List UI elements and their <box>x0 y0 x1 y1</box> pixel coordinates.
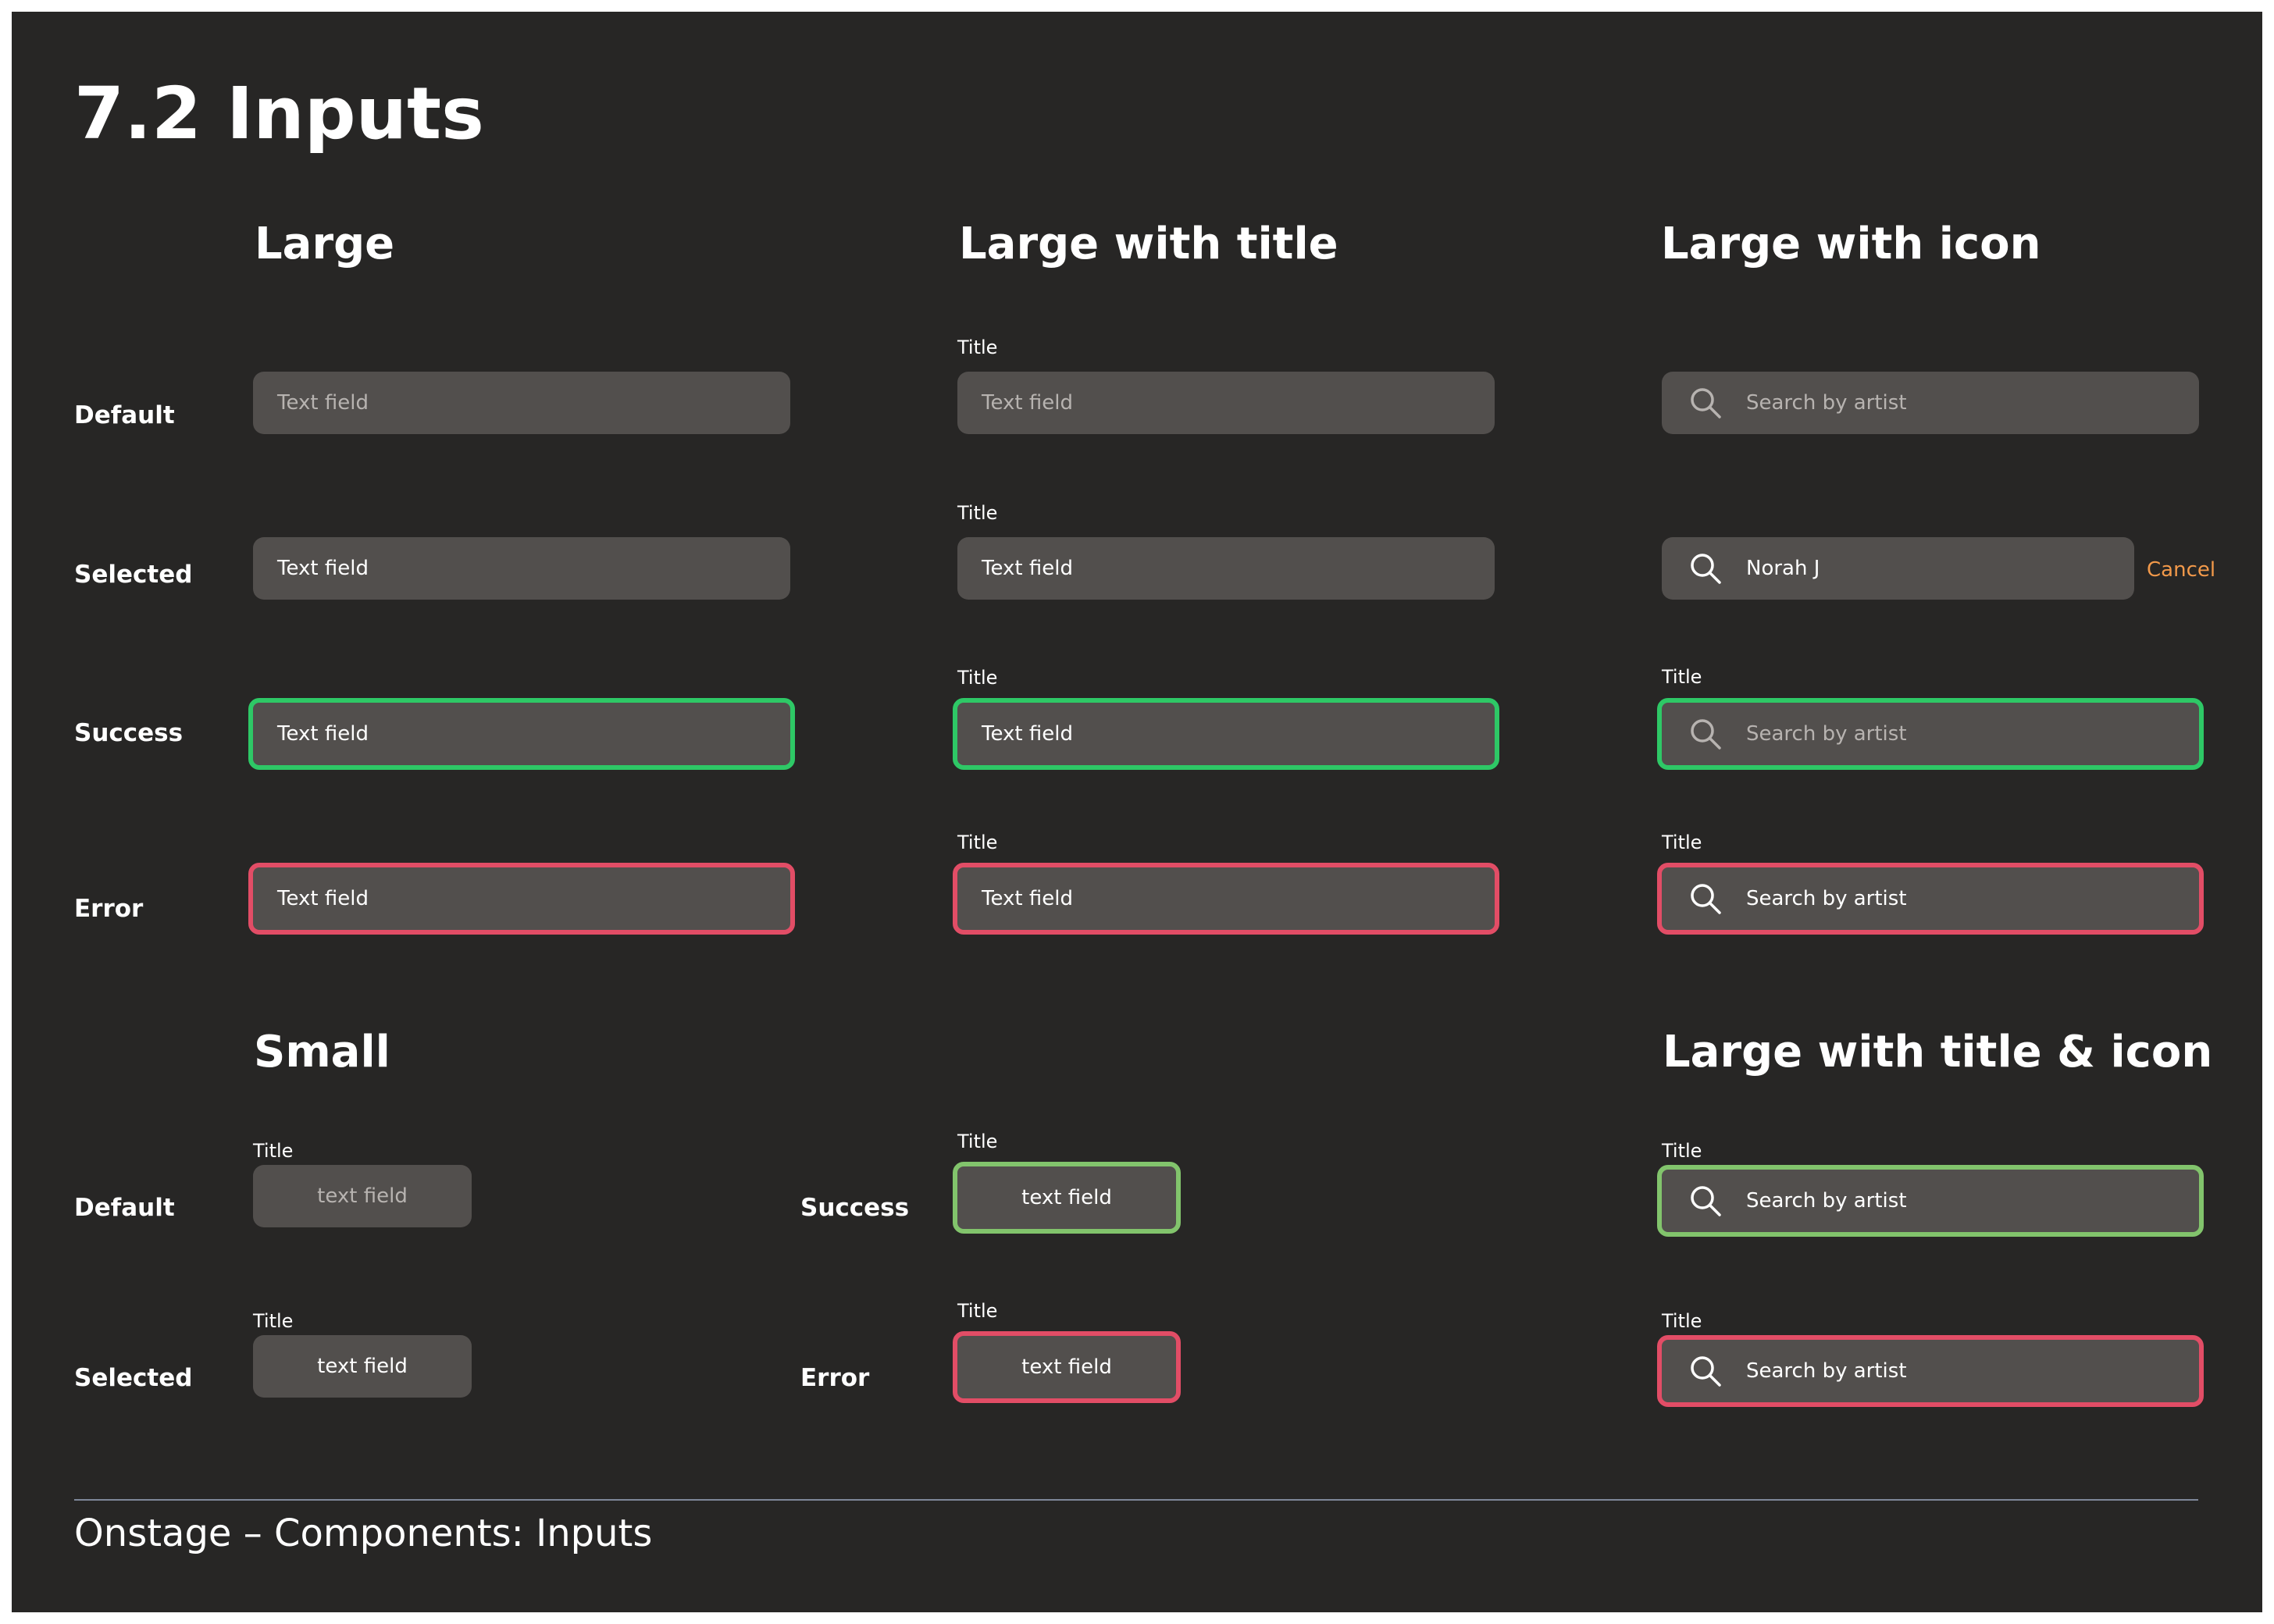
small-input-selected[interactable]: text field <box>253 1335 472 1398</box>
search-input-error[interactable]: Search by artist <box>1657 863 2204 935</box>
search-icon <box>1688 881 1723 916</box>
large-input-error[interactable]: Text field <box>248 863 795 935</box>
field-title: Title <box>957 832 998 853</box>
large-input-selected[interactable]: Text field <box>253 537 790 600</box>
field-title: Title <box>957 1300 998 1322</box>
search-input-placeholder: Search by artist <box>1746 391 1907 415</box>
titled-search-input-success[interactable]: Search by artist <box>1657 1165 2204 1237</box>
search-input-success[interactable]: Search by artist <box>1657 698 2204 770</box>
small-input-default[interactable]: text field <box>253 1165 472 1227</box>
field-title: Title <box>1662 832 1702 853</box>
titled-input-error[interactable]: Text field <box>953 863 1499 935</box>
titled-search-input-error[interactable]: Search by artist <box>1657 1335 2204 1407</box>
section-title-large-with-title-icon: Large with title & icon <box>1663 1027 2213 1077</box>
row-label-success: Success <box>800 1194 910 1222</box>
search-icon <box>1688 1184 1723 1218</box>
cancel-button[interactable]: Cancel <box>2147 558 2215 582</box>
footer-caption: Onstage – Components: Inputs <box>74 1512 653 1555</box>
field-title: Title <box>1662 666 1702 688</box>
search-input-placeholder: Search by artist <box>1746 722 1907 746</box>
large-input-success[interactable]: Text field <box>248 698 795 770</box>
field-title: Title <box>253 1310 294 1332</box>
field-title: Title <box>1662 1140 1702 1162</box>
section-title-small: Small <box>254 1027 390 1077</box>
search-input-selected[interactable]: Norah J <box>1662 537 2134 600</box>
search-input-text: Search by artist <box>1746 887 1907 910</box>
search-icon <box>1688 717 1723 751</box>
footer-divider <box>74 1499 2198 1501</box>
search-input-value: Norah J <box>1746 557 1820 580</box>
large-input-default[interactable]: Text field <box>253 372 790 434</box>
small-input-error[interactable]: text field <box>953 1331 1181 1403</box>
field-title: Title <box>957 1131 998 1152</box>
search-icon <box>1688 386 1723 420</box>
section-title-large: Large <box>255 219 395 269</box>
page-title: 7.2 Inputs <box>74 72 484 155</box>
search-input-text: Search by artist <box>1746 1189 1907 1213</box>
component-sheet: 7.2 Inputs Large Large with title Large … <box>12 12 2262 1612</box>
titled-input-selected[interactable]: Text field <box>957 537 1495 600</box>
row-label-error: Error <box>74 895 144 923</box>
titled-input-default[interactable]: Text field <box>957 372 1495 434</box>
row-label-selected: Selected <box>74 561 193 589</box>
section-title-large-with-title: Large with title <box>959 219 1338 269</box>
field-title: Title <box>957 502 998 524</box>
small-input-success[interactable]: text field <box>953 1162 1181 1234</box>
field-title: Title <box>253 1140 294 1162</box>
row-label-error: Error <box>800 1364 870 1392</box>
field-title: Title <box>957 667 998 689</box>
field-title: Title <box>1662 1310 1702 1332</box>
row-label-default: Default <box>74 1194 175 1222</box>
search-input-text: Search by artist <box>1746 1359 1907 1383</box>
row-label-default: Default <box>74 401 175 429</box>
search-input-default[interactable]: Search by artist <box>1662 372 2199 434</box>
search-icon <box>1688 551 1723 586</box>
row-label-success: Success <box>74 719 184 747</box>
titled-input-success[interactable]: Text field <box>953 698 1499 770</box>
field-title: Title <box>957 337 998 358</box>
row-label-selected: Selected <box>74 1364 193 1392</box>
search-icon <box>1688 1354 1723 1388</box>
section-title-large-with-icon: Large with icon <box>1661 219 2041 269</box>
